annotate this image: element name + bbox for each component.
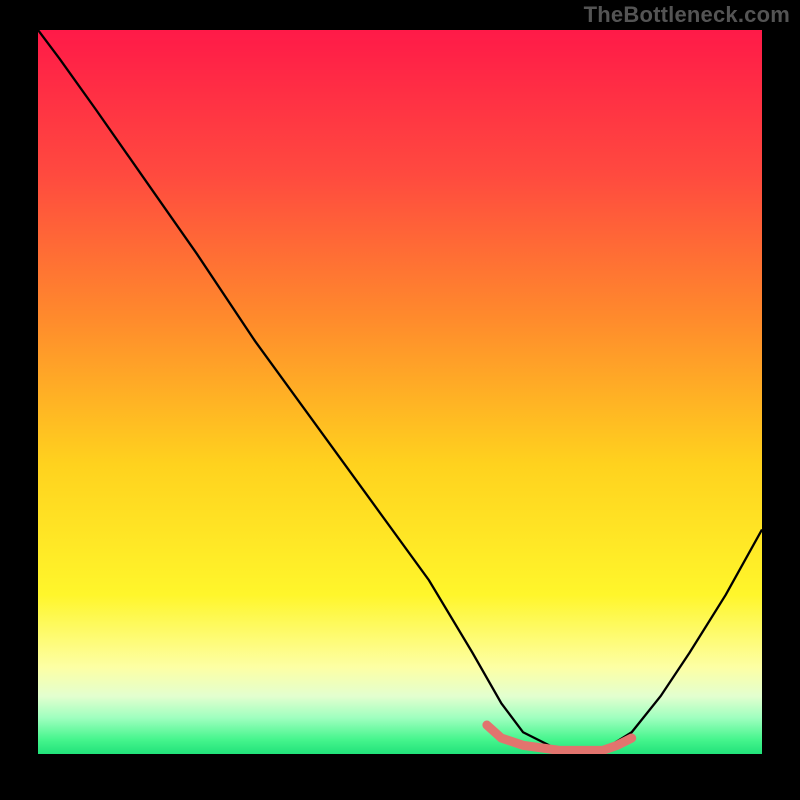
watermark-text: TheBottleneck.com (584, 2, 790, 28)
chart-svg (38, 30, 762, 754)
gradient-background (38, 30, 762, 754)
plot-area (38, 30, 762, 754)
chart-root: TheBottleneck.com (0, 0, 800, 800)
